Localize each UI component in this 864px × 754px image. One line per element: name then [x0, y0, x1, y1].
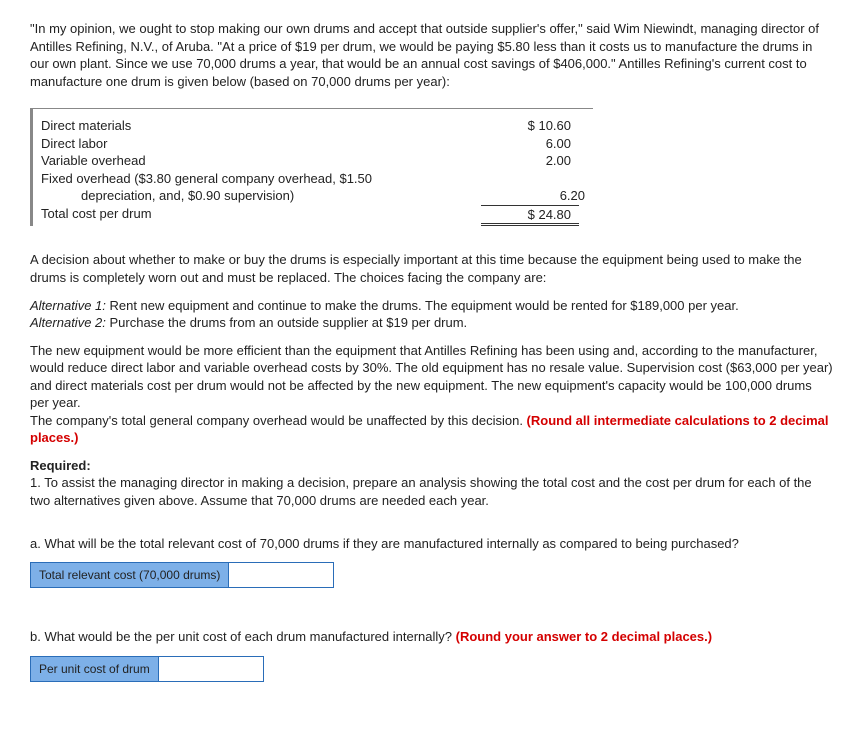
required-label: Required: — [30, 458, 91, 473]
answer-b-input[interactable] — [159, 656, 264, 682]
equipment-paragraph: The new equipment would be more efficien… — [30, 342, 834, 447]
direct-labor-value: 6.00 — [481, 135, 579, 153]
answer-box-b: Per unit cost of drum — [30, 656, 834, 682]
qb-round-note: (Round your answer to 2 decimal places.) — [456, 629, 712, 644]
answer-b-label: Per unit cost of drum — [30, 656, 159, 682]
alt1-label: Alternative 1: — [30, 298, 106, 313]
answer-box-a: Total relevant cost (70,000 drums) — [30, 562, 834, 588]
question-a: a. What will be the total relevant cost … — [30, 535, 834, 553]
alternatives: Alternative 1: Rent new equipment and co… — [30, 297, 834, 332]
answer-a-input[interactable] — [229, 562, 334, 588]
fixed-overhead-value: 6.20 — [499, 187, 593, 205]
fixed-overhead-label-line1: Fixed overhead ($3.80 general company ov… — [33, 170, 481, 188]
equip-text: The new equipment would be more efficien… — [30, 343, 833, 411]
decision-paragraph: A decision about whether to make or buy … — [30, 251, 834, 286]
required-block: Required: 1. To assist the managing dire… — [30, 457, 834, 510]
alt1-text: Rent new equipment and continue to make … — [106, 298, 739, 313]
qb-text: b. What would be the per unit cost of ea… — [30, 629, 456, 644]
direct-materials-label: Direct materials — [33, 117, 481, 135]
intro-paragraph: "In my opinion, we ought to stop making … — [30, 20, 834, 90]
variable-overhead-value: 2.00 — [481, 152, 579, 170]
alt2-label: Alternative 2: — [30, 315, 106, 330]
answer-a-label: Total relevant cost (70,000 drums) — [30, 562, 229, 588]
empty-cell — [481, 170, 579, 188]
direct-materials-value: $ 10.60 — [481, 117, 579, 135]
question-b: b. What would be the per unit cost of ea… — [30, 628, 834, 646]
total-cost-label: Total cost per drum — [33, 205, 481, 227]
variable-overhead-label: Variable overhead — [33, 152, 481, 170]
cost-table: Direct materials $ 10.60 Direct labor 6.… — [30, 108, 593, 226]
total-cost-value: $ 24.80 — [481, 205, 579, 227]
fixed-overhead-label-line2: depreciation, and, $0.90 supervision) — [33, 187, 499, 205]
direct-labor-label: Direct labor — [33, 135, 481, 153]
alt2-text: Purchase the drums from an outside suppl… — [106, 315, 467, 330]
requirement-1: 1. To assist the managing director in ma… — [30, 475, 812, 508]
general-overhead-text: The company's total general company over… — [30, 413, 527, 428]
